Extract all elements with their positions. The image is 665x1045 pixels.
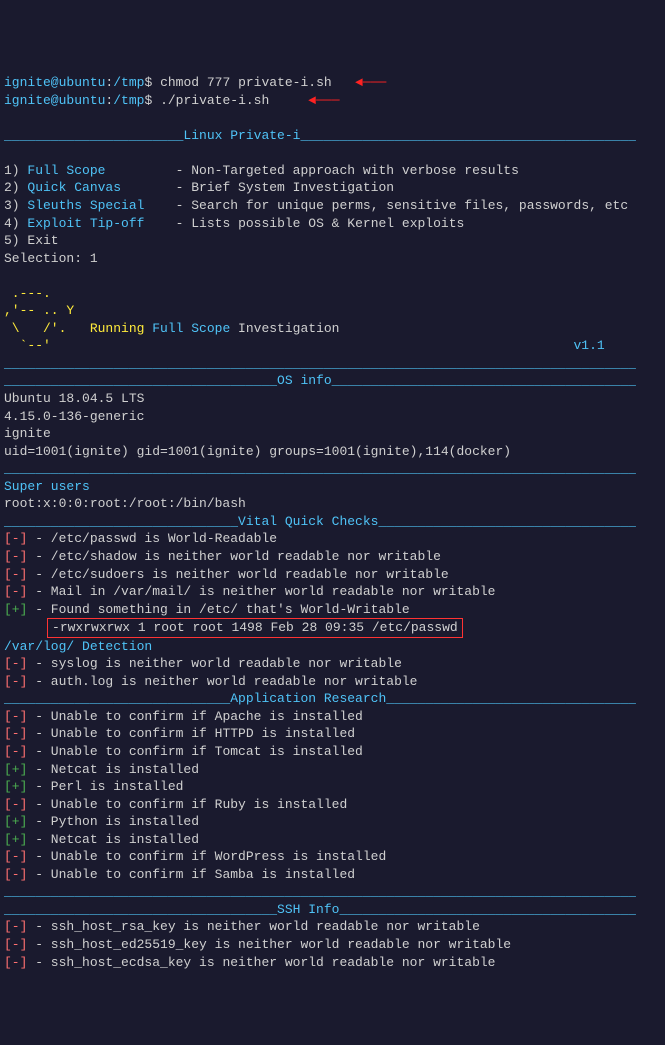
os-line: Ubuntu 18.04.5 LTS xyxy=(4,391,144,406)
check-line: [-] - /etc/shadow is neither world reada… xyxy=(4,549,441,564)
cwd: /tmp xyxy=(113,75,144,90)
status-neg: [-] xyxy=(4,584,27,599)
status-neg: [-] xyxy=(4,867,27,882)
status-neg: [-] xyxy=(4,955,27,970)
check-line: [-] - Mail in /var/mail/ is neither worl… xyxy=(4,584,495,599)
arrow-annotation-2: ◄─── xyxy=(308,93,339,108)
menu-item: 4) Exploit Tip-off - Lists possible OS &… xyxy=(4,216,464,231)
check-line: [-] - Unable to confirm if Samba is inst… xyxy=(4,867,355,882)
command-1: chmod 777 private-i.sh xyxy=(160,75,332,90)
menu-option-exit[interactable]: Exit xyxy=(27,233,58,248)
menu-item: 3) Sleuths Special - Search for unique p… xyxy=(4,198,628,213)
app-research-header: _____________________________Application… xyxy=(4,691,636,706)
kernel-line: 4.15.0-136-generic xyxy=(4,409,144,424)
selection-line[interactable]: Selection: 1 xyxy=(4,251,98,266)
super-users-header: Super users xyxy=(4,479,90,494)
status-neg: [-] xyxy=(4,549,27,564)
version: v1.1 xyxy=(574,338,605,353)
status-pos: [+] xyxy=(4,832,27,847)
status-neg: [-] xyxy=(4,674,27,689)
menu-option-exploit[interactable]: Exploit Tip-off xyxy=(27,216,144,231)
check-line: [-] - ssh_host_ed25519_key is neither wo… xyxy=(4,937,511,952)
status-neg: [-] xyxy=(4,744,27,759)
ssh-info-header: ___________________________________SSH I… xyxy=(4,902,636,917)
check-line: [-] - Unable to confirm if Apache is ins… xyxy=(4,709,363,724)
menu-option-quick-canvas[interactable]: Quick Canvas xyxy=(27,180,121,195)
shell-prompt-1: ignite@ubuntu:/tmp$ chmod 777 private-i.… xyxy=(4,75,386,90)
varlog-header: /var/log/ Detection xyxy=(4,639,152,654)
status-neg: [-] xyxy=(4,849,27,864)
check-line: [-] - ssh_host_ecdsa_key is neither worl… xyxy=(4,955,495,970)
user: ignite@ubuntu xyxy=(4,75,105,90)
vital-header: ______________________________Vital Quic… xyxy=(4,514,636,529)
status-neg: [-] xyxy=(4,726,27,741)
check-line: [+] - Netcat is installed xyxy=(4,832,199,847)
shell-prompt-2: ignite@ubuntu:/tmp$ ./private-i.sh ◄─── xyxy=(4,93,340,108)
ascii-art: `--' xyxy=(4,338,51,353)
check-line: [+] - Found something in /etc/ that's Wo… xyxy=(4,602,410,617)
status-neg: [-] xyxy=(4,937,27,952)
title-separator: _______________________Linux Private-i__… xyxy=(4,128,636,143)
highlighted-finding: -rwxrwxrwx 1 root root 1498 Feb 28 09:35… xyxy=(4,620,463,635)
command-2: ./private-i.sh xyxy=(160,93,269,108)
separator: ________________________________________… xyxy=(4,356,636,371)
check-line: [+] - Netcat is installed xyxy=(4,762,199,777)
ascii-art: ,'-- .. Y xyxy=(4,303,74,318)
status-neg: [-] xyxy=(4,656,27,671)
separator: ________________________________________… xyxy=(4,884,636,899)
check-line: [-] - Unable to confirm if HTTPD is inst… xyxy=(4,726,355,741)
status-neg: [-] xyxy=(4,567,27,582)
check-line: [-] - ssh_host_rsa_key is neither world … xyxy=(4,919,480,934)
status-pos: [+] xyxy=(4,762,27,777)
check-line: [-] - Unable to confirm if Ruby is insta… xyxy=(4,797,347,812)
menu-item: 5) Exit xyxy=(4,233,59,248)
check-line: [-] - Unable to confirm if Tomcat is ins… xyxy=(4,744,363,759)
status-neg: [-] xyxy=(4,709,27,724)
check-line: [+] - Perl is installed xyxy=(4,779,183,794)
super-users-line: root:x:0:0:root:/root:/bin/bash xyxy=(4,496,246,511)
os-info-header: ___________________________________OS in… xyxy=(4,373,636,388)
user-line: ignite xyxy=(4,426,51,441)
menu-option-sleuths[interactable]: Sleuths Special xyxy=(27,198,144,213)
menu-option-full-scope[interactable]: Full Scope xyxy=(27,163,105,178)
status-pos: [+] xyxy=(4,602,27,617)
menu-item: 2) Quick Canvas - Brief System Investiga… xyxy=(4,180,394,195)
world-writable-file: -rwxrwxrwx 1 root root 1498 Feb 28 09:35… xyxy=(47,618,463,638)
check-line: [-] - /etc/passwd is World-Readable xyxy=(4,531,277,546)
uid-line: uid=1001(ignite) gid=1001(ignite) groups… xyxy=(4,444,511,459)
status-neg: [-] xyxy=(4,797,27,812)
status-neg: [-] xyxy=(4,919,27,934)
check-line: [-] - syslog is neither world readable n… xyxy=(4,656,402,671)
status-neg: [-] xyxy=(4,531,27,546)
menu-item: 1) Full Scope - Non-Targeted approach wi… xyxy=(4,163,519,178)
ascii-art: .---. xyxy=(4,286,51,301)
check-line: [-] - auth.log is neither world readable… xyxy=(4,674,417,689)
separator: ________________________________________… xyxy=(4,461,636,476)
arrow-annotation-1: ◄─── xyxy=(355,75,386,90)
check-line: [-] - /etc/sudoers is neither world read… xyxy=(4,567,449,582)
check-line: [-] - Unable to confirm if WordPress is … xyxy=(4,849,386,864)
running-line: \ /'. Running Full Scope Investigation xyxy=(4,321,339,336)
status-pos: [+] xyxy=(4,779,27,794)
